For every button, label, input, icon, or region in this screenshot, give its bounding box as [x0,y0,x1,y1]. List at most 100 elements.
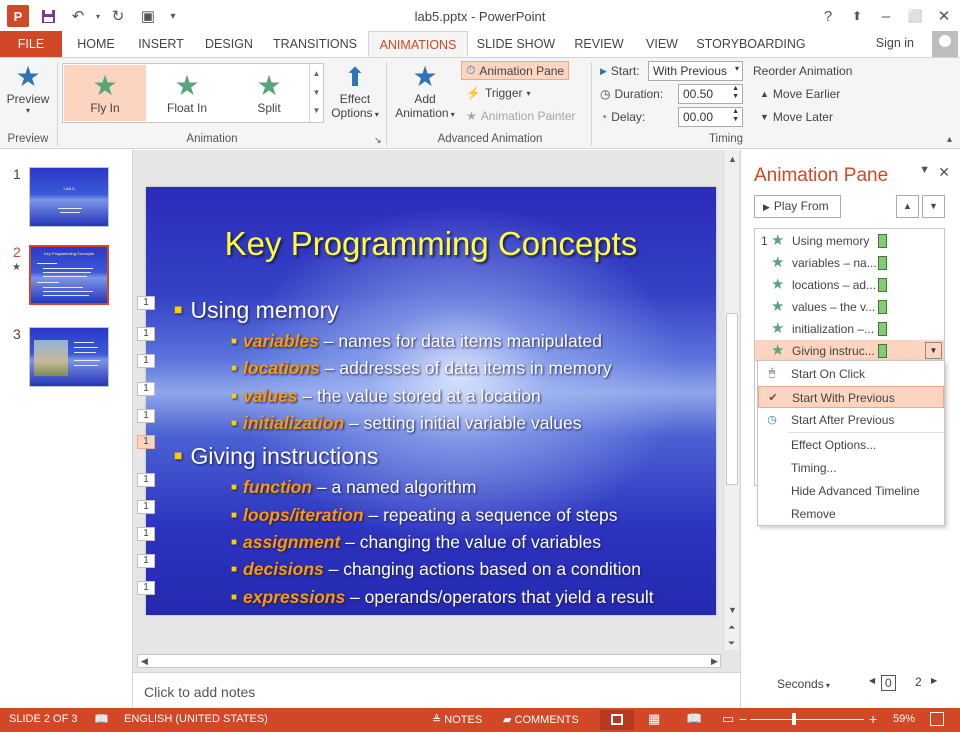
pane-options-icon[interactable]: ▼ [919,164,930,176]
notes-pane[interactable]: Click to add notes [132,672,740,708]
spin-icon[interactable]: ▲ ▼ [732,85,739,101]
previous-slide-icon[interactable]: ⏶ [728,622,735,633]
tab-file[interactable]: FILE [0,31,62,57]
menu-item-start-on-click[interactable]: 🖱 Start On Click [758,363,944,385]
animation-float-in[interactable]: ★ Float In [146,65,228,121]
timeline-bar[interactable] [878,234,887,248]
timeline-left-icon[interactable]: ◀ [869,676,875,685]
sub-bullet[interactable]: ■ loops/iteration – repeating a sequence … [231,505,618,526]
sign-in-link[interactable]: Sign in [876,36,914,50]
duration-stepper[interactable]: 00.50 ▲ ▼ [678,84,743,104]
menu-item-effect-options[interactable]: Effect Options... [758,434,944,456]
sub-bullet[interactable]: ■ locations – addresses of data items in … [231,358,612,379]
help-button[interactable]: ? [815,4,841,28]
timeline-right-icon[interactable]: ▶ [931,676,937,685]
slide-sorter-icon[interactable]: ▦ [648,711,660,727]
animation-tag[interactable]: 1 [137,500,155,514]
tab-animations[interactable]: ANIMATIONS [368,31,468,57]
horizontal-scrollbar[interactable] [137,654,721,668]
menu-item-timing[interactable]: Timing... [758,457,944,479]
tab-review[interactable]: REVIEW [568,31,630,57]
delay-stepper[interactable]: 00.00 ▲ ▼ [678,107,743,127]
animation-tag[interactable]: 1 [137,581,155,595]
move-down-button[interactable]: ▼ [922,195,945,218]
language-indicator[interactable]: ENGLISH (UNITED STATES) [124,713,268,725]
bullet-using-memory[interactable]: ■ Using memory [174,297,339,324]
restore-button[interactable]: ⬜ [902,4,928,28]
tab-insert[interactable]: INSERT [131,31,191,57]
slide-thumbnail-3[interactable] [29,327,109,387]
sub-bullet[interactable]: ■ assignment – changing the value of vari… [231,532,601,553]
start-dropdown[interactable]: With Previous ▾ [648,61,743,81]
add-animation-button[interactable]: ★ Add Animation ▾ [390,62,460,121]
animation-item[interactable]: 1 ★ Using memory [755,230,944,252]
animation-tag[interactable]: 1 [137,354,155,368]
timeline-bar[interactable] [878,344,887,358]
preview-button[interactable]: ★ Preview ▾ [4,62,52,116]
sub-bullet[interactable]: ■ initialization – setting initial variab… [231,413,582,434]
tab-transitions[interactable]: TRANSITIONS [268,31,362,57]
seconds-dropdown[interactable]: Seconds ▾ [777,677,830,691]
play-from-button[interactable]: ▶ Play From [754,195,841,218]
animation-tag[interactable]: 1 [137,382,155,396]
animation-item[interactable]: ★ initialization –... [755,318,944,340]
animation-item[interactable]: ★ variables – na... [755,252,944,274]
avatar[interactable] [932,31,958,57]
timeline-bar[interactable] [878,256,887,270]
next-slide-icon[interactable]: ⏷ [728,638,735,649]
sub-bullet[interactable]: ■ decisions – changing actions based on a… [231,559,641,580]
comments-button[interactable]: ▰ COMMENTS [503,713,579,726]
ribbon-display-options-button[interactable]: ⬆ [844,4,870,28]
spelling-icon[interactable]: 📖 [94,712,109,726]
vertical-scrollbar-thumb[interactable] [726,313,738,485]
timeline-bar[interactable] [878,300,887,314]
slide-canvas[interactable]: Key Programming Concepts ■ Using memory ■… [146,187,716,615]
timeline-bar[interactable] [878,278,887,292]
move-earlier-button[interactable]: ▲ Move Earlier [760,87,840,101]
sub-bullet[interactable]: ■ expressions – operands/operators that y… [231,587,654,608]
gallery-scroll[interactable]: ▲ ▼ ▼ [309,64,323,122]
animation-tag[interactable]: 1 [137,296,155,310]
zoom-slider[interactable] [750,719,864,720]
timeline-ruler[interactable]: ◀ 0 2 ▶ [869,675,937,693]
gallery-down-icon[interactable]: ▼ [310,83,323,102]
animation-fly-in[interactable]: ★ Fly In [64,65,146,121]
scroll-right-icon[interactable]: ▶ [711,656,718,667]
animation-painter-button[interactable]: ★ Animation Painter [466,109,575,123]
animation-tag[interactable]: 1 [137,554,155,568]
slide-title[interactable]: Key Programming Concepts [146,225,716,263]
sub-bullet[interactable]: ■ variables – names for data items manipu… [231,331,602,352]
animation-tag[interactable]: 1 [137,327,155,341]
spin-icon[interactable]: ▲ ▼ [732,108,739,124]
animation-tag[interactable]: 1 [137,473,155,487]
menu-item-start-with-previous[interactable]: ✔ Start With Previous [758,386,944,408]
zoom-slider-handle[interactable] [792,713,796,725]
bullet-giving-instructions[interactable]: ■ Giving instructions [174,443,378,470]
zoom-out-icon[interactable]: − [739,711,747,727]
collapse-ribbon-icon[interactable]: ▴ [947,134,952,145]
animation-item[interactable]: ★ values – the v... [755,296,944,318]
move-up-button[interactable]: ▲ [896,195,919,218]
tab-view[interactable]: VIEW [638,31,686,57]
menu-item-start-after-previous[interactable]: ◷ Start After Previous [758,409,944,431]
gallery-up-icon[interactable]: ▲ [310,64,323,83]
animation-tag[interactable]: 1 [137,409,155,423]
tab-storyboarding[interactable]: STORYBOARDING [694,31,808,57]
scroll-down-icon[interactable]: ▼ [728,605,737,615]
zoom-level[interactable]: 59% [893,713,915,725]
animation-split[interactable]: ★ Split [228,65,310,121]
item-dropdown-button[interactable]: ▼ [925,342,942,359]
slide-thumbnail-2[interactable]: Key Programming Concepts [28,244,110,306]
minimize-button[interactable]: – [873,4,899,28]
tab-design[interactable]: DESIGN [198,31,260,57]
sub-bullet[interactable]: ■ values – the value stored at a location [231,386,541,407]
fit-to-window-icon[interactable] [930,712,944,726]
animation-item[interactable]: ★ locations – ad... [755,274,944,296]
animation-tag-selected[interactable]: 1 [137,435,155,449]
dialog-launcher-icon[interactable]: ↘ [374,135,382,146]
animation-pane-button[interactable]: ⏱ Animation Pane [461,61,570,80]
animation-item-selected[interactable]: ★ Giving instruc... ▼ [755,340,944,362]
scroll-left-icon[interactable]: ◀ [141,656,148,667]
scroll-up-icon[interactable]: ▲ [728,154,737,164]
reading-view-icon[interactable]: 📖 [686,711,702,727]
